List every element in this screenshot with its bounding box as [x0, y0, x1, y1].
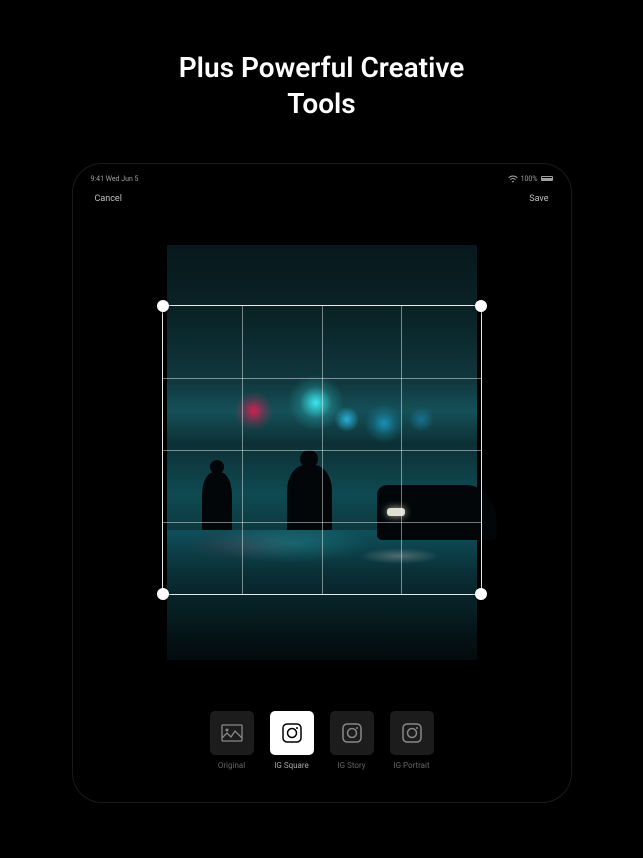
silhouette [202, 472, 232, 530]
crop-canvas[interactable] [81, 212, 563, 693]
silhouette [287, 465, 332, 530]
crop-handle-bottom-right[interactable] [475, 588, 487, 600]
crop-option-label: IG Square [274, 761, 309, 770]
photo-preview [167, 245, 477, 660]
device-screen: 9:41 Wed Jun 5 100% Cancel Save [81, 172, 563, 794]
battery-icon [541, 176, 553, 181]
editor-top-bar: Cancel Save [81, 186, 563, 212]
crop-option-original[interactable]: Original [210, 711, 254, 770]
crop-option-igstory[interactable]: IG Story [330, 711, 374, 770]
crop-handle-bottom-left[interactable] [157, 588, 169, 600]
crop-preset-toolbar: Original IG Square IG Story IG Portrait [81, 693, 563, 794]
crop-option-label: Original [218, 761, 245, 770]
crop-option-igportrait[interactable]: IG Portrait [390, 711, 434, 770]
wifi-icon [508, 175, 518, 183]
promo-heading: Plus Powerful Creative Tools [179, 50, 465, 123]
status-time: 9:41 Wed Jun 5 [91, 175, 139, 183]
battery-pct: 100% [521, 175, 538, 183]
image-icon [210, 711, 254, 755]
square-icon [270, 711, 314, 755]
crop-option-label: IG Story [337, 761, 365, 770]
cancel-button[interactable]: Cancel [95, 194, 122, 204]
crop-handle-top-right[interactable] [475, 300, 487, 312]
crop-handle-top-left[interactable] [157, 300, 169, 312]
status-bar: 9:41 Wed Jun 5 100% [81, 172, 563, 186]
portrait-icon [390, 711, 434, 755]
story-icon [330, 711, 374, 755]
save-button[interactable]: Save [529, 194, 548, 204]
crop-option-label: IG Portrait [393, 761, 429, 770]
device-frame: 9:41 Wed Jun 5 100% Cancel Save [72, 163, 572, 803]
crop-option-igsquare[interactable]: IG Square [270, 711, 314, 770]
